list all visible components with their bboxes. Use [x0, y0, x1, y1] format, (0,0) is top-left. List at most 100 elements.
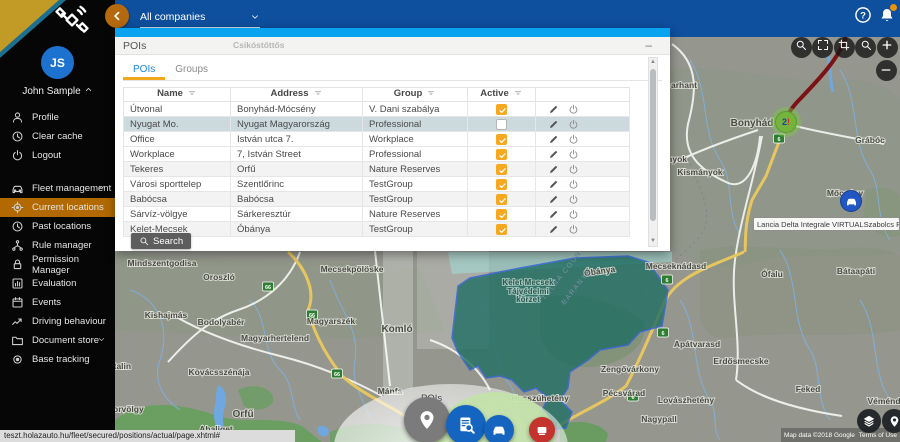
- poi-table-row[interactable]: Nyugat Mo.Nyugat MagyarországProfessiona…: [124, 117, 630, 132]
- sidebar-item-past-locations[interactable]: Past locations: [0, 217, 115, 236]
- sidebar-item-rule-manager[interactable]: Rule manager: [0, 236, 115, 255]
- map-select-region-button[interactable]: [834, 37, 855, 58]
- map-fullscreen-button[interactable]: [812, 37, 833, 58]
- column-header-group[interactable]: Group: [363, 88, 468, 102]
- card-button[interactable]: [529, 417, 555, 442]
- sidebar-item-label: Rule manager: [32, 240, 92, 251]
- poi-table-row[interactable]: Sárvíz-völgyeSárkeresztúrNature Reserves: [124, 207, 630, 222]
- deactivate-button[interactable]: [568, 134, 579, 145]
- help-button[interactable]: ?: [853, 5, 872, 24]
- sidebar-item-driving-behaviour[interactable]: Driving behaviour: [0, 312, 115, 331]
- poi-table-row[interactable]: BabócsaBabócsaTestGroup: [124, 192, 630, 207]
- active-checkbox[interactable]: [496, 179, 507, 190]
- sidebar-item-permission-manager[interactable]: Permission Manager: [0, 255, 115, 274]
- sidebar-item-events[interactable]: Events: [0, 293, 115, 312]
- cell-name: Városi sporttelep: [124, 177, 231, 192]
- edit-button[interactable]: [548, 119, 559, 130]
- deactivate-button[interactable]: [568, 104, 579, 115]
- company-selector[interactable]: All companies: [140, 7, 260, 28]
- deactivate-button[interactable]: [568, 119, 579, 130]
- active-checkbox[interactable]: [496, 209, 507, 220]
- deactivate-button[interactable]: [568, 194, 579, 205]
- attribution-text: Map data ©2018 Google: [784, 432, 855, 439]
- poi-table-row[interactable]: Workplace7, István StreetProfessional: [124, 147, 630, 162]
- deactivate-button[interactable]: [568, 164, 579, 175]
- scrollbar-thumb[interactable]: [650, 69, 656, 221]
- chevron-down-icon: [250, 12, 260, 22]
- minimize-button[interactable]: –: [645, 38, 652, 52]
- edit-button[interactable]: [548, 209, 559, 220]
- vehicles-button[interactable]: [484, 415, 514, 442]
- user-menu[interactable]: John Sample: [0, 85, 115, 97]
- scroll-up-arrow[interactable]: ▲: [649, 58, 657, 67]
- hierarchy-icon: [11, 239, 24, 252]
- map-zoom-out-button[interactable]: [876, 60, 897, 81]
- sidebar-item-fleet-management[interactable]: Fleet management: [0, 179, 115, 198]
- map-layers-button[interactable]: [857, 409, 881, 433]
- sidebar-collapse-button[interactable]: [105, 4, 129, 28]
- map-label-ghost: Csikóstőttős: [233, 40, 284, 50]
- map-magnify-button[interactable]: [855, 37, 876, 58]
- map-label: Feked: [796, 384, 821, 394]
- active-checkbox[interactable]: [496, 164, 507, 175]
- poi-table-row[interactable]: Kelet-MecsekÓbányaTestGroup: [124, 222, 630, 237]
- deactivate-button[interactable]: [568, 209, 579, 220]
- poi-list-search-button[interactable]: [446, 405, 486, 442]
- poi-table-row[interactable]: OfficeIstván utca 7.Workplace: [124, 132, 630, 147]
- active-checkbox[interactable]: [496, 194, 507, 205]
- tab-groups[interactable]: Groups: [165, 61, 218, 80]
- notifications-button[interactable]: [877, 5, 896, 24]
- status-url-bar: teszt.holazauto.hu/fleet/secured/positio…: [0, 430, 295, 442]
- poi-table-row[interactable]: ÚtvonalBonyhád-MócsényV. Dani szabálya: [124, 102, 630, 117]
- map-label: Bonyhád: [731, 118, 774, 129]
- edit-button[interactable]: [548, 194, 559, 205]
- map-poi-toggle-button[interactable]: [882, 409, 900, 433]
- active-checkbox[interactable]: [496, 119, 507, 130]
- active-checkbox[interactable]: [496, 149, 507, 160]
- sidebar-item-profile[interactable]: Profile: [0, 108, 115, 127]
- edit-button[interactable]: [548, 224, 559, 235]
- edit-button[interactable]: [548, 179, 559, 190]
- dialog-title-bar[interactable]: POIs Csikóstőttős –: [115, 37, 670, 55]
- active-checkbox[interactable]: [496, 134, 507, 145]
- sidebar-item-logout[interactable]: Logout: [0, 146, 115, 165]
- edit-button[interactable]: [548, 164, 559, 175]
- deactivate-button[interactable]: [568, 149, 579, 160]
- cell-active: [468, 102, 536, 117]
- avatar[interactable]: JS: [41, 46, 74, 79]
- map-search-area-button[interactable]: [791, 37, 812, 58]
- sidebar-item-current-locations[interactable]: Current locations: [0, 198, 115, 217]
- cell-active: [468, 207, 536, 222]
- vehicle-marker[interactable]: [840, 190, 862, 212]
- cell-name: Workplace: [124, 147, 231, 162]
- map-zoom-in-button[interactable]: [877, 37, 898, 58]
- column-header-name[interactable]: Name: [124, 88, 231, 102]
- magnifier-icon: [795, 38, 807, 56]
- sidebar-item-label: Base tracking: [32, 354, 90, 365]
- column-header-active[interactable]: Active: [468, 88, 536, 102]
- deactivate-button[interactable]: [568, 179, 579, 190]
- sidebar-item-evaluation[interactable]: Evaluation: [0, 274, 115, 293]
- column-header-address[interactable]: Address: [231, 88, 363, 102]
- dialog-body: POIs Groups NameAddressGroupActive Útvon…: [115, 55, 670, 251]
- active-checkbox[interactable]: [496, 224, 507, 235]
- tab-pois[interactable]: POIs: [123, 61, 165, 80]
- poi-pin-button[interactable]: [404, 397, 450, 442]
- scroll-down-arrow[interactable]: ▼: [649, 237, 657, 246]
- edit-button[interactable]: [548, 134, 559, 145]
- edit-button[interactable]: [548, 149, 559, 160]
- edit-button[interactable]: [548, 104, 559, 115]
- sort-icon: [426, 90, 436, 101]
- poi-table-row[interactable]: TekeresOrfűNature Reserves: [124, 162, 630, 177]
- sidebar-item-document-store[interactable]: Document store: [0, 331, 115, 350]
- card-icon: [535, 423, 549, 437]
- vehicle-cluster-marker[interactable]: 2!: [771, 107, 801, 137]
- active-checkbox[interactable]: [496, 104, 507, 115]
- poi-table-row[interactable]: Városi sporttelepSzentlőrincTestGroup: [124, 177, 630, 192]
- sidebar-item-clear-cache[interactable]: Clear cache: [0, 127, 115, 146]
- map-label: Mecseknádasd: [646, 261, 706, 271]
- search-button[interactable]: Search: [131, 233, 191, 249]
- dialog-scrollbar[interactable]: ▲ ▼: [648, 57, 658, 247]
- sidebar-item-base-tracking[interactable]: Base tracking: [0, 350, 115, 369]
- deactivate-button[interactable]: [568, 224, 579, 235]
